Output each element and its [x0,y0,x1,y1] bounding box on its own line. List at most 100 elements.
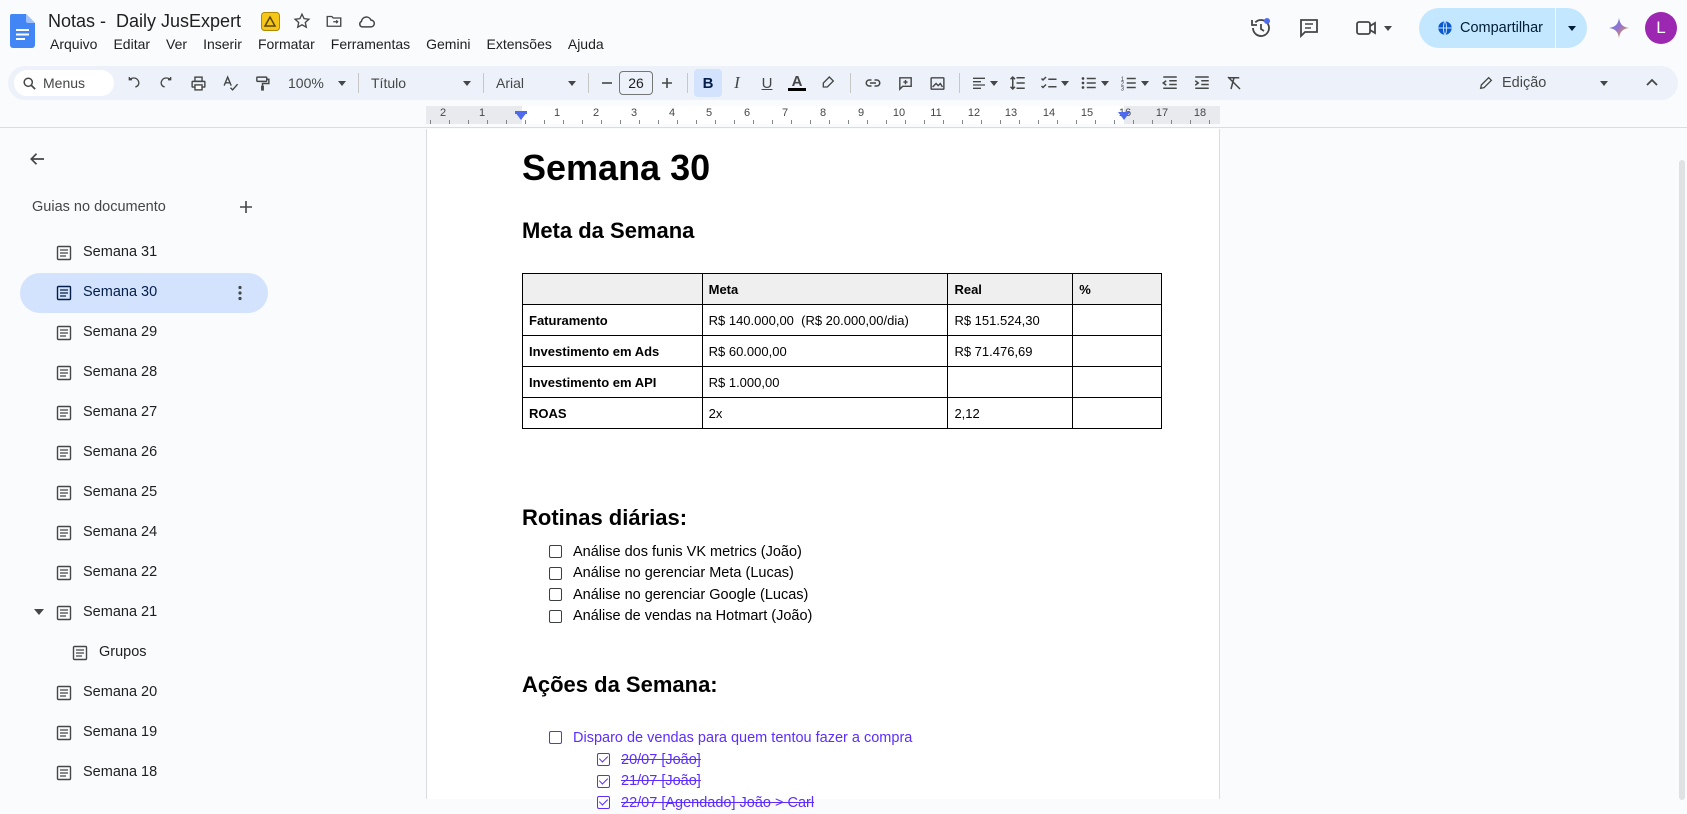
expand-caret-icon[interactable] [34,609,44,615]
table-cell[interactable] [947,366,1074,398]
sidebar-item-semana-26[interactable]: Semana 26 [0,433,290,473]
actions-heading[interactable]: Ações da Semana: [522,672,718,698]
list-item-text[interactable]: 22/07 [Agendado] João > Carl [621,795,814,811]
menu-item-arquivo[interactable]: Arquivo [42,35,105,53]
numbered-list-icon[interactable]: 123 [1114,69,1154,97]
menu-item-formatar[interactable]: Formatar [250,35,323,53]
bullet-list-icon[interactable] [1074,69,1114,97]
font-size-input[interactable]: 26 [619,71,653,95]
collapse-menus-icon[interactable] [1636,69,1668,97]
table-cell[interactable] [1072,304,1162,336]
docs-logo-icon[interactable] [10,14,35,48]
add-tab-icon[interactable] [232,193,260,221]
share-button[interactable]: Compartilhar [1419,8,1587,48]
checkbox[interactable] [549,545,562,559]
list-item-text[interactable]: Análise de vendas na Hotmart (João) [573,608,812,624]
table-cell[interactable]: R$ 60.000,00 [701,335,949,367]
menu-item-editar[interactable]: Editar [105,35,158,53]
checklist-icon[interactable] [1034,69,1074,97]
list-item-text[interactable]: Disparo de vendas para quem tentou fazer… [573,730,912,746]
sidebar-item-semana-19[interactable]: Semana 19 [0,713,290,753]
cloud-saved-icon[interactable] [355,10,377,32]
editing-mode-select[interactable]: Edição [1478,66,1608,100]
clear-format-icon[interactable] [1218,69,1250,97]
goal-heading[interactable]: Meta da Semana [522,218,694,244]
table-cell[interactable] [1072,335,1162,367]
table-cell[interactable] [1072,397,1162,429]
table-cell[interactable]: R$ 1.000,00 [701,366,949,398]
font-select[interactable]: Arial [490,69,582,97]
undo-icon[interactable] [118,69,150,97]
highlight-icon[interactable] [812,69,844,97]
underline-icon[interactable]: U [752,69,782,97]
list-item-text[interactable]: Análise dos funis VK metrics (João) [573,544,802,560]
redo-icon[interactable] [150,69,182,97]
table-cell[interactable]: Faturamento [522,304,703,336]
sidebar-item-semana-24[interactable]: Semana 24 [0,513,290,553]
table-header-cell[interactable]: Real [947,273,1074,305]
table-cell[interactable]: Investimento em Ads [522,335,703,367]
left-indent-handle[interactable] [515,112,527,120]
checkbox[interactable] [549,566,562,580]
star-icon[interactable] [291,10,313,32]
menu-item-extensoes[interactable]: Extensões [478,35,559,53]
sidebar-item-semana-18[interactable]: Semana 18 [0,753,290,793]
list-item-text[interactable]: Análise no gerenciar Google (Lucas) [573,587,808,603]
sidebar-item-semana-30[interactable]: Semana 30 [20,273,268,313]
link-icon[interactable] [857,69,889,97]
text-color-icon[interactable]: A [782,69,812,97]
menu-item-gemini[interactable]: Gemini [418,35,478,53]
print-icon[interactable] [182,69,214,97]
menus-search[interactable]: Menus [14,70,114,96]
checkbox[interactable] [549,588,562,602]
sidebar-item-semana-29[interactable]: Semana 29 [0,313,290,353]
list-item-text[interactable]: 20/07 [João] [621,752,701,768]
table-header-cell[interactable] [522,273,703,305]
bold-icon[interactable]: B [694,69,722,97]
meet-dropdown-icon[interactable] [1384,25,1392,31]
right-indent-handle[interactable] [1118,112,1130,120]
menu-item-ferramentas[interactable]: Ferramentas [323,35,418,53]
list-item-text[interactable]: Análise no gerenciar Meta (Lucas) [573,565,794,581]
table-cell[interactable]: Investimento em API [522,366,703,398]
move-folder-icon[interactable] [323,10,345,32]
spellcheck-icon[interactable] [214,69,246,97]
checkbox-checked[interactable] [597,796,610,810]
meet-icon[interactable] [1345,8,1401,48]
table-cell[interactable]: R$ 151.524,30 [947,304,1074,336]
sidebar-item-semana-31[interactable]: Semana 31 [0,233,290,273]
menu-item-ver[interactable]: Ver [158,35,195,53]
more-vert-icon[interactable] [230,283,250,303]
paint-format-icon[interactable] [246,69,278,97]
document-heading[interactable]: Semana 30 [522,147,710,189]
vertical-scrollbar[interactable] [1679,160,1685,800]
sidebar-item-semana-22[interactable]: Semana 22 [0,553,290,593]
sidebar-item-semana-28[interactable]: Semana 28 [0,353,290,393]
table-cell[interactable]: R$ 140.000,00 (R$ 20.000,00/dia) [701,304,949,336]
table-cell[interactable]: R$ 71.476,69 [947,335,1074,367]
document-title[interactable]: Notas - Daily JusExpert [48,11,241,32]
table-cell[interactable]: 2,12 [947,397,1074,429]
checkbox[interactable] [549,609,562,623]
menu-item-ajuda[interactable]: Ajuda [560,35,612,53]
comments-icon[interactable] [1289,8,1329,48]
back-arrow-icon[interactable] [24,145,52,173]
table-cell[interactable]: 2x [701,397,949,429]
checkbox-checked[interactable] [597,753,610,767]
add-comment-icon[interactable] [889,69,921,97]
paragraph-style-select[interactable]: Título [365,69,477,97]
share-dropdown-button[interactable] [1555,8,1587,48]
align-icon[interactable] [966,69,1002,97]
table-header-cell[interactable]: Meta [701,273,949,305]
version-history-icon[interactable] [1241,8,1281,48]
list-item-text[interactable]: 21/07 [João] [621,773,701,789]
table-header-cell[interactable]: % [1072,273,1162,305]
font-size-decrease-icon[interactable] [595,69,619,97]
italic-icon[interactable]: I [722,69,752,97]
checkbox-checked[interactable] [597,774,610,788]
table-cell[interactable] [1072,366,1162,398]
shortcut-badge-icon[interactable] [259,10,281,32]
sidebar-item-semana-25[interactable]: Semana 25 [0,473,290,513]
image-icon[interactable] [921,69,953,97]
menu-item-inserir[interactable]: Inserir [195,35,250,53]
